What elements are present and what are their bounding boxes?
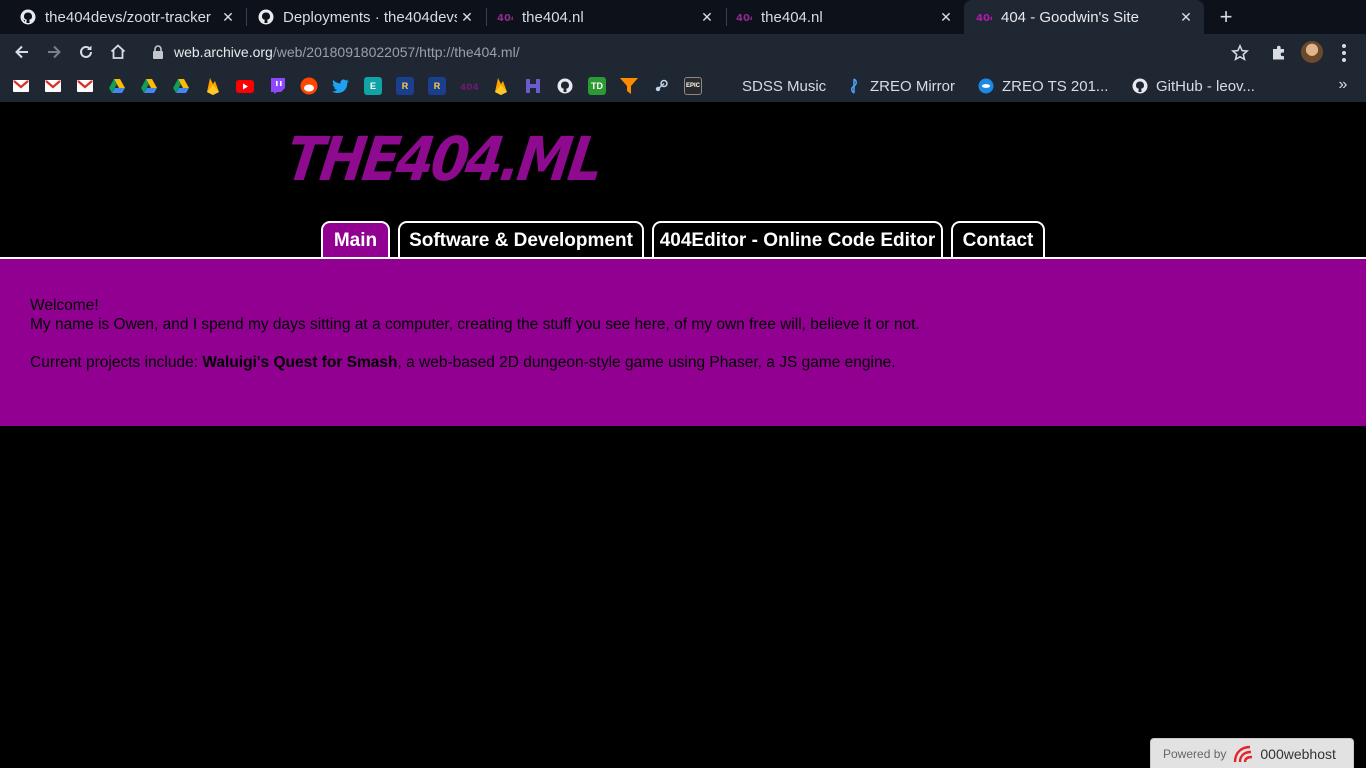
star-icon xyxy=(1231,44,1249,61)
youtube-icon[interactable] xyxy=(236,77,254,95)
welcome-heading: Welcome! xyxy=(30,297,99,314)
address-bar[interactable]: web.archive.org/web/20180918022057/http:… xyxy=(140,38,1260,66)
nav-tab-editor[interactable]: 404Editor - Online Code Editor xyxy=(652,221,943,259)
svg-text:404: 404 xyxy=(497,13,513,24)
teamspeak-icon xyxy=(978,78,994,94)
extensions-button[interactable] xyxy=(1268,42,1290,64)
url-text: web.archive.org/web/20180918022057/http:… xyxy=(174,44,520,60)
new-tab-button[interactable]: + xyxy=(1214,4,1238,29)
gmail-icon[interactable] xyxy=(76,77,94,95)
drive-icon[interactable] xyxy=(140,77,158,95)
webhost-logo-icon xyxy=(1232,744,1256,764)
the404-favicon-icon: 404 xyxy=(497,9,513,25)
tab-title: Deployments · the404devs xyxy=(283,8,457,26)
chevron-double-right-icon[interactable]: » xyxy=(1334,74,1352,96)
arrow-right-icon xyxy=(48,45,61,59)
close-icon[interactable]: ✕ xyxy=(1176,7,1196,27)
the404-favicon-icon: 404 xyxy=(976,9,992,25)
drive-icon[interactable] xyxy=(172,77,190,95)
tab-title: 404 - Goodwin's Site xyxy=(1001,8,1139,26)
puzzle-icon xyxy=(1273,45,1284,60)
svg-text:404: 404 xyxy=(976,13,992,24)
project-name: Waluigi's Quest for Smash xyxy=(202,354,398,371)
bookmark-zreo-mirror[interactable]: ZREO Mirror xyxy=(846,76,955,96)
github-icon xyxy=(258,9,274,25)
avatar[interactable] xyxy=(1301,41,1323,63)
site-logo[interactable]: THE404.ML xyxy=(282,124,605,195)
reload-icon xyxy=(80,45,92,58)
epic-icon[interactable]: EPIC xyxy=(684,77,702,95)
browser-tab[interactable]: 404 the404.nl ✕ xyxy=(716,0,964,34)
browser-tab-active[interactable]: 404 404 - Goodwin's Site ✕ xyxy=(964,0,1204,34)
home-icon xyxy=(110,44,126,59)
firebase-icon[interactable] xyxy=(204,77,222,95)
bookmark-zreo-ts[interactable]: ZREO TS 201... xyxy=(978,76,1108,96)
gmail-icon[interactable] xyxy=(44,77,62,95)
filter-icon[interactable] xyxy=(620,77,638,95)
gmail-icon[interactable] xyxy=(12,77,30,95)
browser-tab[interactable]: Deployments · the404devs ✕ xyxy=(238,0,485,34)
reload-button[interactable] xyxy=(74,40,98,64)
webpage-viewport: THE404.ML Main Software & Development 40… xyxy=(0,102,1366,768)
bookmarks-bar: E R R 404 TD EPIC SDSS Music ZREO Mirror… xyxy=(0,70,1366,102)
browser-tab[interactable]: the404devs/zootr-tracker ✕ xyxy=(0,0,246,34)
main-content-panel: Welcome! My name is Owen, and I spend my… xyxy=(0,259,1366,426)
r-icon[interactable]: R xyxy=(428,77,446,95)
projects-paragraph: Current projects include: Waluigi's Ques… xyxy=(30,354,896,371)
bookmark-sdss-music[interactable]: SDSS Music xyxy=(742,76,826,96)
nav-tab-main[interactable]: Main xyxy=(321,221,390,259)
twitch-icon[interactable] xyxy=(268,77,286,95)
svg-text:404: 404 xyxy=(460,83,478,92)
arrow-left-icon xyxy=(15,45,28,59)
github-icon[interactable] xyxy=(556,77,574,95)
music-note-icon xyxy=(846,78,862,94)
powered-by-badge[interactable]: Powered by 000webhost xyxy=(1150,738,1354,768)
e-icon[interactable]: E xyxy=(364,77,382,95)
browser-tab-strip: the404devs/zootr-tracker ✕ Deployments ·… xyxy=(0,0,1366,34)
drive-icon[interactable] xyxy=(108,77,126,95)
kebab-menu-icon[interactable] xyxy=(1336,42,1352,64)
nav-tab-software[interactable]: Software & Development xyxy=(398,221,644,259)
bookmark-star-button[interactable] xyxy=(1229,42,1251,64)
browser-toolbar: web.archive.org/web/20180918022057/http:… xyxy=(0,34,1366,70)
tab-title: the404.nl xyxy=(761,8,823,26)
home-button[interactable] xyxy=(106,40,130,64)
back-button[interactable] xyxy=(10,40,34,64)
bookmark-github-leov[interactable]: GitHub - leov... xyxy=(1132,76,1255,96)
github-icon xyxy=(1132,78,1148,94)
close-icon[interactable]: ✕ xyxy=(936,7,956,27)
r-icon[interactable]: R xyxy=(396,77,414,95)
lock-icon xyxy=(150,45,166,59)
intro-paragraph: My name is Owen, and I spend my days sit… xyxy=(30,316,920,333)
the404-favicon-icon: 404 xyxy=(736,9,752,25)
steam-icon[interactable] xyxy=(652,77,670,95)
nav-tab-contact[interactable]: Contact xyxy=(951,221,1045,259)
h-icon[interactable] xyxy=(524,77,542,95)
github-icon xyxy=(20,9,36,25)
tab-title: the404devs/zootr-tracker xyxy=(45,8,211,26)
site-nav: Main Software & Development 404Editor - … xyxy=(0,221,1366,259)
close-icon[interactable]: ✕ xyxy=(457,7,477,27)
svg-text:404: 404 xyxy=(736,13,752,24)
twitter-icon[interactable] xyxy=(332,77,350,95)
firebase-icon[interactable] xyxy=(492,77,510,95)
td-icon[interactable]: TD xyxy=(588,77,606,95)
close-icon[interactable]: ✕ xyxy=(697,7,717,27)
tab-title: the404.nl xyxy=(522,8,584,26)
close-icon[interactable]: ✕ xyxy=(218,7,238,27)
reddit-icon[interactable] xyxy=(300,77,318,95)
browser-tab[interactable]: 404 the404.nl ✕ xyxy=(477,0,725,34)
forward-button[interactable] xyxy=(42,40,66,64)
the404-favicon-icon[interactable]: 404 xyxy=(460,77,478,95)
